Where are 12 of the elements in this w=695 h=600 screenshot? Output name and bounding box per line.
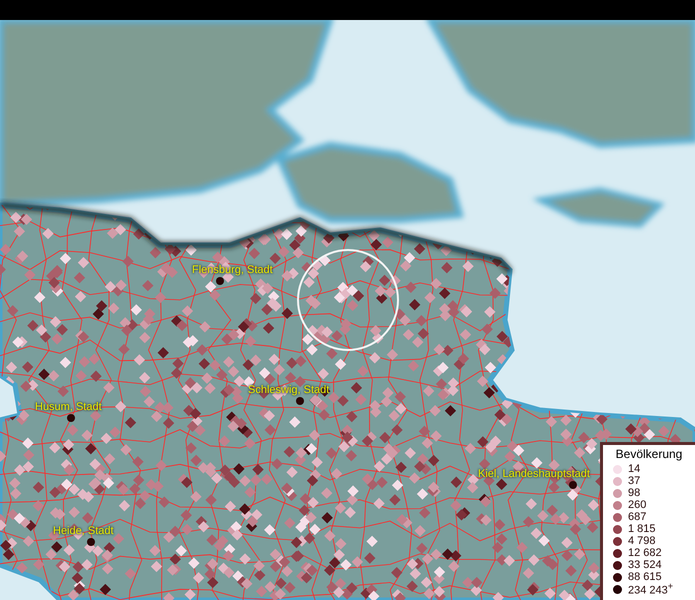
legend-label: 88 615 bbox=[628, 572, 662, 582]
legend-label: 4 798 bbox=[628, 536, 656, 546]
legend-label: 14 bbox=[628, 464, 640, 474]
legend-label: 12 682 bbox=[628, 548, 662, 558]
legend-label: 1 815 bbox=[628, 524, 656, 534]
legend-label: 234 243$^{+}$ bbox=[628, 581, 674, 597]
legend-title: Bevölkerung bbox=[614, 447, 684, 461]
legend-label: 260 bbox=[628, 500, 646, 510]
legend-label: 98 bbox=[628, 488, 640, 498]
legend-label: 33 524 bbox=[628, 560, 662, 570]
legend-label: 37 bbox=[628, 476, 640, 486]
legend-label: 687 bbox=[628, 512, 646, 522]
